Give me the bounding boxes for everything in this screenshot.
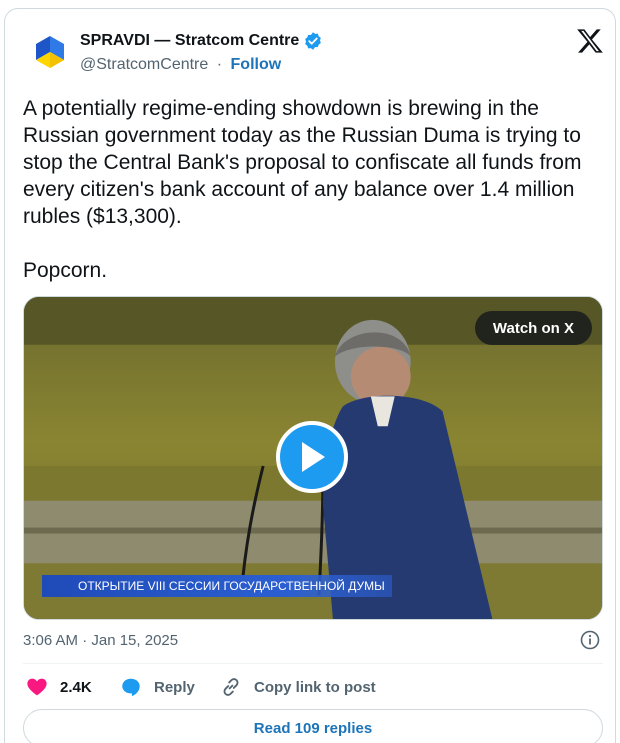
copy-link-button[interactable]: Copy link to post <box>220 676 376 698</box>
divider <box>23 663 603 664</box>
play-button[interactable] <box>276 421 348 493</box>
info-icon[interactable] <box>580 630 600 650</box>
reply-button[interactable]: Reply <box>120 676 195 698</box>
author-name[interactable]: SPRAVDI — Stratcom Centre <box>80 31 323 51</box>
author-name-text[interactable]: SPRAVDI — Stratcom Centre <box>80 32 299 50</box>
tweet-timestamp[interactable]: 3:06 AM · Jan 15, 2025 <box>23 632 178 649</box>
watch-on-x-button[interactable]: Watch on X <box>474 311 592 345</box>
copy-link-label: Copy link to post <box>254 678 376 696</box>
reply-label: Reply <box>154 678 195 696</box>
verified-badge-icon <box>305 32 322 50</box>
handle-row: @StratcomCentre · Follow <box>80 56 281 74</box>
author-handle[interactable]: @StratcomCentre <box>80 56 208 73</box>
like-button[interactable]: 2.4K <box>26 676 92 698</box>
play-icon <box>302 442 325 472</box>
like-count: 2.4K <box>60 678 92 696</box>
separator-dot: · <box>216 56 223 73</box>
video-player[interactable]: Watch on X ОТКРЫТИЕ VIII СЕССИИ ГОСУДАРС… <box>23 296 603 620</box>
video-caption: ОТКРЫТИЕ VIII СЕССИИ ГОСУДАРСТВЕННОЙ ДУМ… <box>42 575 392 597</box>
x-logo-icon[interactable] <box>576 28 604 54</box>
link-icon <box>223 678 239 696</box>
tweet-text: A potentially regime-ending showdown is … <box>23 97 582 282</box>
read-replies-button[interactable]: Read 109 replies <box>23 709 603 743</box>
follow-button[interactable]: Follow <box>231 56 282 73</box>
heart-icon <box>27 678 47 696</box>
spravdi-logo[interactable] <box>30 30 70 70</box>
reply-bubble-icon <box>122 678 140 697</box>
